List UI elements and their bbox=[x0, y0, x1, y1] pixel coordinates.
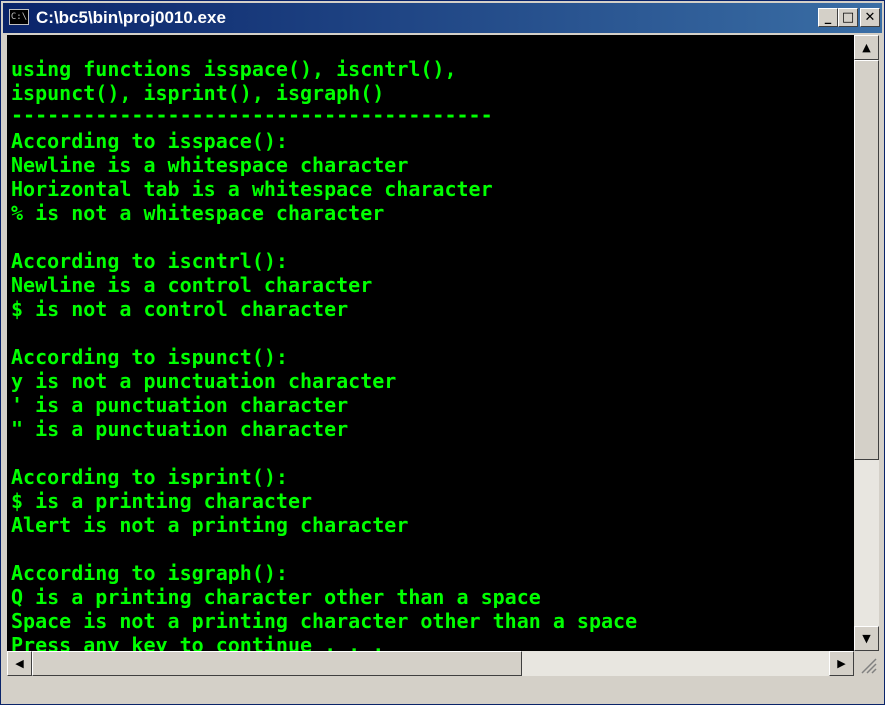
console-line: ' is a punctuation character bbox=[11, 393, 349, 417]
close-button[interactable]: ✕ bbox=[860, 8, 880, 27]
console-window: C:\ C:\bc5\bin\proj0010.exe _ □ ✕ using … bbox=[0, 0, 885, 705]
console-line: According to isgraph(): bbox=[11, 561, 288, 585]
console-line: $ is a printing character bbox=[11, 489, 313, 513]
minimize-button[interactable]: _ bbox=[818, 8, 838, 27]
console-line: Newline is a whitespace character bbox=[11, 153, 409, 177]
vertical-scroll-thumb[interactable] bbox=[854, 60, 879, 460]
resize-grip-icon bbox=[861, 658, 877, 674]
console-line: Q is a printing character other than a s… bbox=[11, 585, 541, 609]
console-output[interactable]: using functions isspace(), iscntrl(), is… bbox=[7, 35, 854, 651]
horizontal-scrollbar[interactable]: ◀ ▶ bbox=[7, 651, 854, 676]
console-line: $ is not a control character bbox=[11, 297, 349, 321]
resize-grip[interactable] bbox=[854, 651, 879, 676]
console-line: Space is not a printing character other … bbox=[11, 609, 638, 633]
console-line: Alert is not a printing character bbox=[11, 513, 409, 537]
title-bar[interactable]: C:\ C:\bc5\bin\proj0010.exe _ □ ✕ bbox=[3, 3, 882, 33]
scroll-down-button[interactable]: ▼ bbox=[854, 626, 879, 651]
vertical-scrollbar[interactable]: ▲ ▼ bbox=[854, 35, 879, 651]
console-line: % is not a whitespace character bbox=[11, 201, 385, 225]
maximize-button[interactable]: □ bbox=[838, 8, 858, 27]
console-line: " is a punctuation character bbox=[11, 417, 349, 441]
console-line: Newline is a control character bbox=[11, 273, 373, 297]
console-line: According to isprint(): bbox=[11, 465, 288, 489]
console-line: According to isspace(): bbox=[11, 129, 288, 153]
console-line: ---------------------------------------- bbox=[11, 103, 493, 127]
scroll-right-button[interactable]: ▶ bbox=[829, 651, 854, 676]
horizontal-scroll-thumb[interactable] bbox=[32, 651, 522, 676]
scroll-left-button[interactable]: ◀ bbox=[7, 651, 32, 676]
console-app-icon[interactable]: C:\ bbox=[9, 9, 29, 25]
console-line: Press any key to continue . . . bbox=[11, 633, 385, 651]
console-line: According to ispunct(): bbox=[11, 345, 288, 369]
console-line: Horizontal tab is a whitespace character bbox=[11, 177, 493, 201]
console-line: According to iscntrl(): bbox=[11, 249, 288, 273]
console-line: using functions isspace(), iscntrl(), bbox=[11, 57, 457, 81]
window-title: C:\bc5\bin\proj0010.exe bbox=[36, 8, 226, 27]
console-line: y is not a punctuation character bbox=[11, 369, 397, 393]
scroll-up-button[interactable]: ▲ bbox=[854, 35, 879, 60]
